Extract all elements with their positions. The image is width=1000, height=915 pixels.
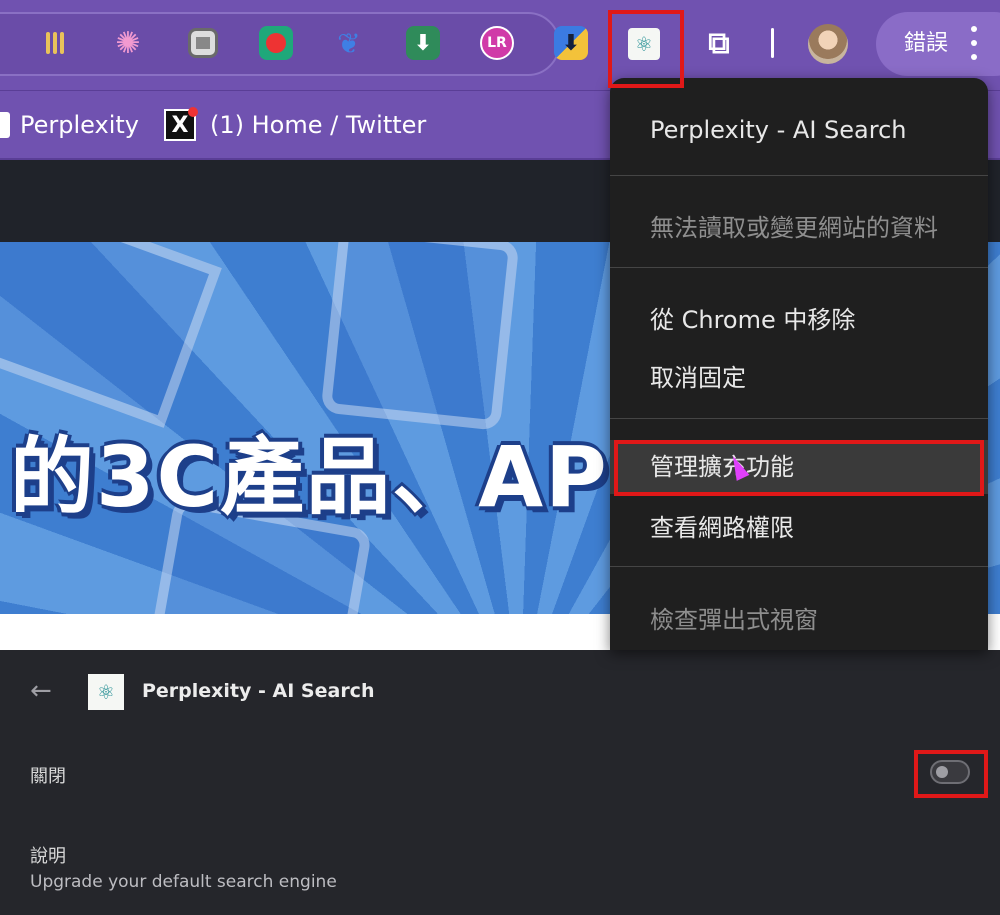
back-arrow-icon[interactable]: ←	[30, 676, 52, 706]
perplexity-icon: ⚛	[88, 674, 124, 710]
screenshot-icon[interactable]	[188, 28, 218, 58]
openai-icon[interactable]: ✺	[111, 26, 145, 61]
menu-extension-title[interactable]: Perplexity - AI Search	[610, 116, 988, 144]
toggle-knob	[936, 766, 948, 778]
menu-divider	[610, 566, 988, 567]
bookmark-label: Perplexity	[20, 111, 139, 139]
arrow-down-icon[interactable]: ⬇	[554, 26, 588, 60]
bookmark-label: (1) Home / Twitter	[210, 111, 427, 139]
extension-context-menu: Perplexity - AI Search 無法讀取或變更網站的資料 從 Ch…	[610, 78, 988, 650]
menu-divider	[610, 418, 988, 419]
bookmark-twitter[interactable]: X (1) Home / Twitter	[164, 107, 426, 143]
description-text: Upgrade your default search engine	[30, 872, 337, 892]
menu-remove-from-chrome[interactable]: 從 Chrome 中移除	[610, 300, 988, 335]
menu-site-access: 無法讀取或變更網站的資料	[650, 214, 938, 242]
extension-details-panel: ← ⚛ Perplexity - AI Search 關閉 說明 Upgrade…	[0, 650, 1000, 915]
menu-divider	[610, 267, 988, 268]
toolbar-divider	[771, 28, 774, 58]
menu-manage-extensions[interactable]: 管理擴充功能	[610, 440, 988, 494]
menu-view-web-permissions[interactable]: 查看網路權限	[610, 508, 988, 543]
bookmark-perplexity[interactable]: Perplexity	[0, 107, 139, 143]
avatar[interactable]	[808, 24, 848, 64]
toggle-state-label: 關閉	[30, 766, 66, 787]
youtube-icon[interactable]	[259, 26, 293, 60]
menu-inspect-popup: 檢查彈出式視窗	[650, 606, 818, 634]
perplexity-favicon-icon	[0, 112, 10, 138]
bars-extension-icon[interactable]	[38, 26, 72, 60]
puzzle-icon[interactable]: ⧉	[702, 26, 736, 61]
enable-extension-toggle[interactable]	[930, 760, 970, 784]
tablet-graphic	[320, 242, 520, 431]
menu-unpin[interactable]: 取消固定	[610, 358, 988, 393]
browser-toolbar: ✺ ❦ ⬇ LR ⬇ ⚛ ⧉ 錯誤	[0, 0, 1000, 90]
lr-icon[interactable]: LR	[480, 26, 514, 60]
blue-bird-icon[interactable]: ❦	[332, 26, 366, 60]
menu-divider	[610, 175, 988, 176]
kebab-menu-icon[interactable]	[966, 26, 982, 60]
extension-name: Perplexity - AI Search	[142, 680, 375, 702]
x-favicon-icon: X	[164, 107, 198, 141]
perplexity-icon[interactable]: ⚛	[628, 28, 660, 60]
download-icon[interactable]: ⬇	[406, 26, 440, 60]
keyboard-graphic	[0, 242, 222, 428]
description-heading: 說明	[30, 846, 66, 867]
